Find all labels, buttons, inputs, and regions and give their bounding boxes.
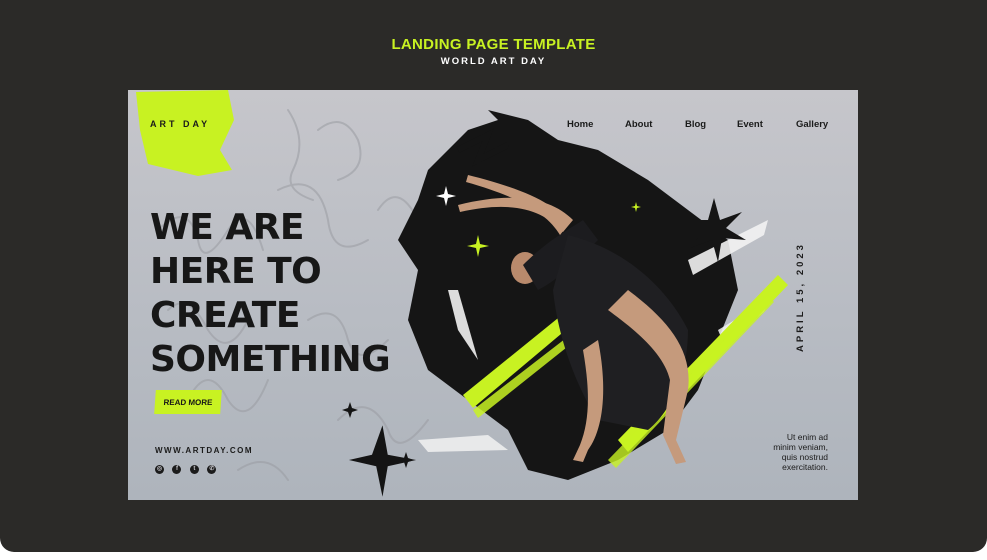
description-line: quis nostrud	[781, 452, 828, 462]
whatsapp-icon[interactable]: ✆	[207, 465, 217, 474]
social-links: ◎ f t ✆	[155, 461, 220, 474]
headline-line: SOMETHING	[150, 339, 391, 380]
presentation-frame: LANDING PAGE TEMPLATE WORLD ART DAY ART …	[0, 0, 987, 552]
page-title: LANDING PAGE TEMPLATE	[391, 36, 596, 53]
star-small-dark-2	[398, 452, 414, 468]
headline-line: HERE TO	[150, 251, 322, 292]
headline-line: WE ARE	[150, 207, 305, 248]
page-subtitle: WORLD ART DAY	[440, 56, 547, 67]
event-date: APRIL 15, 2023	[795, 242, 806, 352]
read-more-button[interactable]: READ MORE	[154, 390, 222, 414]
description-line: minim veniam,	[773, 442, 828, 452]
star-small-dark	[342, 402, 358, 418]
instagram-icon[interactable]: ◎	[155, 465, 164, 474]
description-line: Ut enim ad	[786, 432, 828, 442]
landing-page-mockup: ART DAY Home About Blog Event Gallery WE…	[128, 90, 858, 500]
description-line: exercitation.	[782, 462, 828, 472]
website-url[interactable]: WWW.ARTDAY.COM	[155, 446, 253, 455]
description-text: Ut enim ad minim veniam, quis nostrud ex…	[728, 432, 828, 472]
hero-headline: WE ARE HERE TO CREATE SOMETHING	[150, 206, 450, 382]
headline-line: CREATE	[150, 295, 300, 336]
facebook-icon[interactable]: f	[172, 465, 182, 474]
twitter-icon[interactable]: t	[189, 465, 199, 474]
